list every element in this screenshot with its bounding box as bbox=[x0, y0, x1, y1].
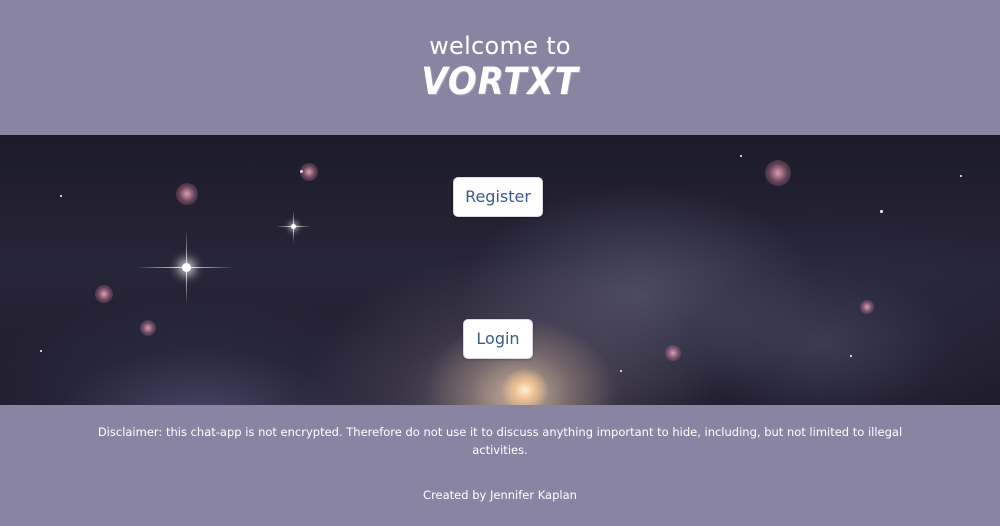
site-header: welcome to VORTXT bbox=[0, 0, 1000, 135]
star-decoration bbox=[740, 155, 742, 157]
login-button[interactable]: Login bbox=[463, 319, 533, 359]
brand-logo-text: VORTXT bbox=[421, 60, 579, 103]
star-decoration bbox=[620, 370, 622, 372]
welcome-heading: welcome to bbox=[429, 32, 571, 60]
nebula-decoration bbox=[140, 320, 156, 336]
author-credit: Created by Jennifer Kaplan bbox=[423, 488, 577, 502]
nebula-decoration bbox=[860, 300, 874, 314]
star-flare bbox=[135, 267, 235, 268]
disclaimer-text: Disclaimer: this chat-app is not encrypt… bbox=[97, 425, 903, 457]
star-flare bbox=[293, 211, 294, 243]
nebula-decoration bbox=[176, 183, 198, 205]
nebula-decoration bbox=[665, 345, 681, 361]
galaxy-banner-image: Register Login bbox=[0, 135, 1000, 405]
star-decoration bbox=[880, 210, 883, 213]
site-footer: Disclaimer: this chat-app is not encrypt… bbox=[0, 405, 1000, 526]
star-flare bbox=[186, 230, 187, 305]
star-decoration bbox=[960, 175, 962, 177]
star-decoration bbox=[40, 350, 42, 352]
register-button[interactable]: Register bbox=[453, 177, 543, 217]
star-decoration bbox=[850, 355, 852, 357]
nebula-decoration bbox=[300, 163, 318, 181]
nebula-decoration bbox=[765, 160, 791, 186]
star-decoration bbox=[60, 195, 62, 197]
nebula-decoration bbox=[95, 285, 113, 303]
